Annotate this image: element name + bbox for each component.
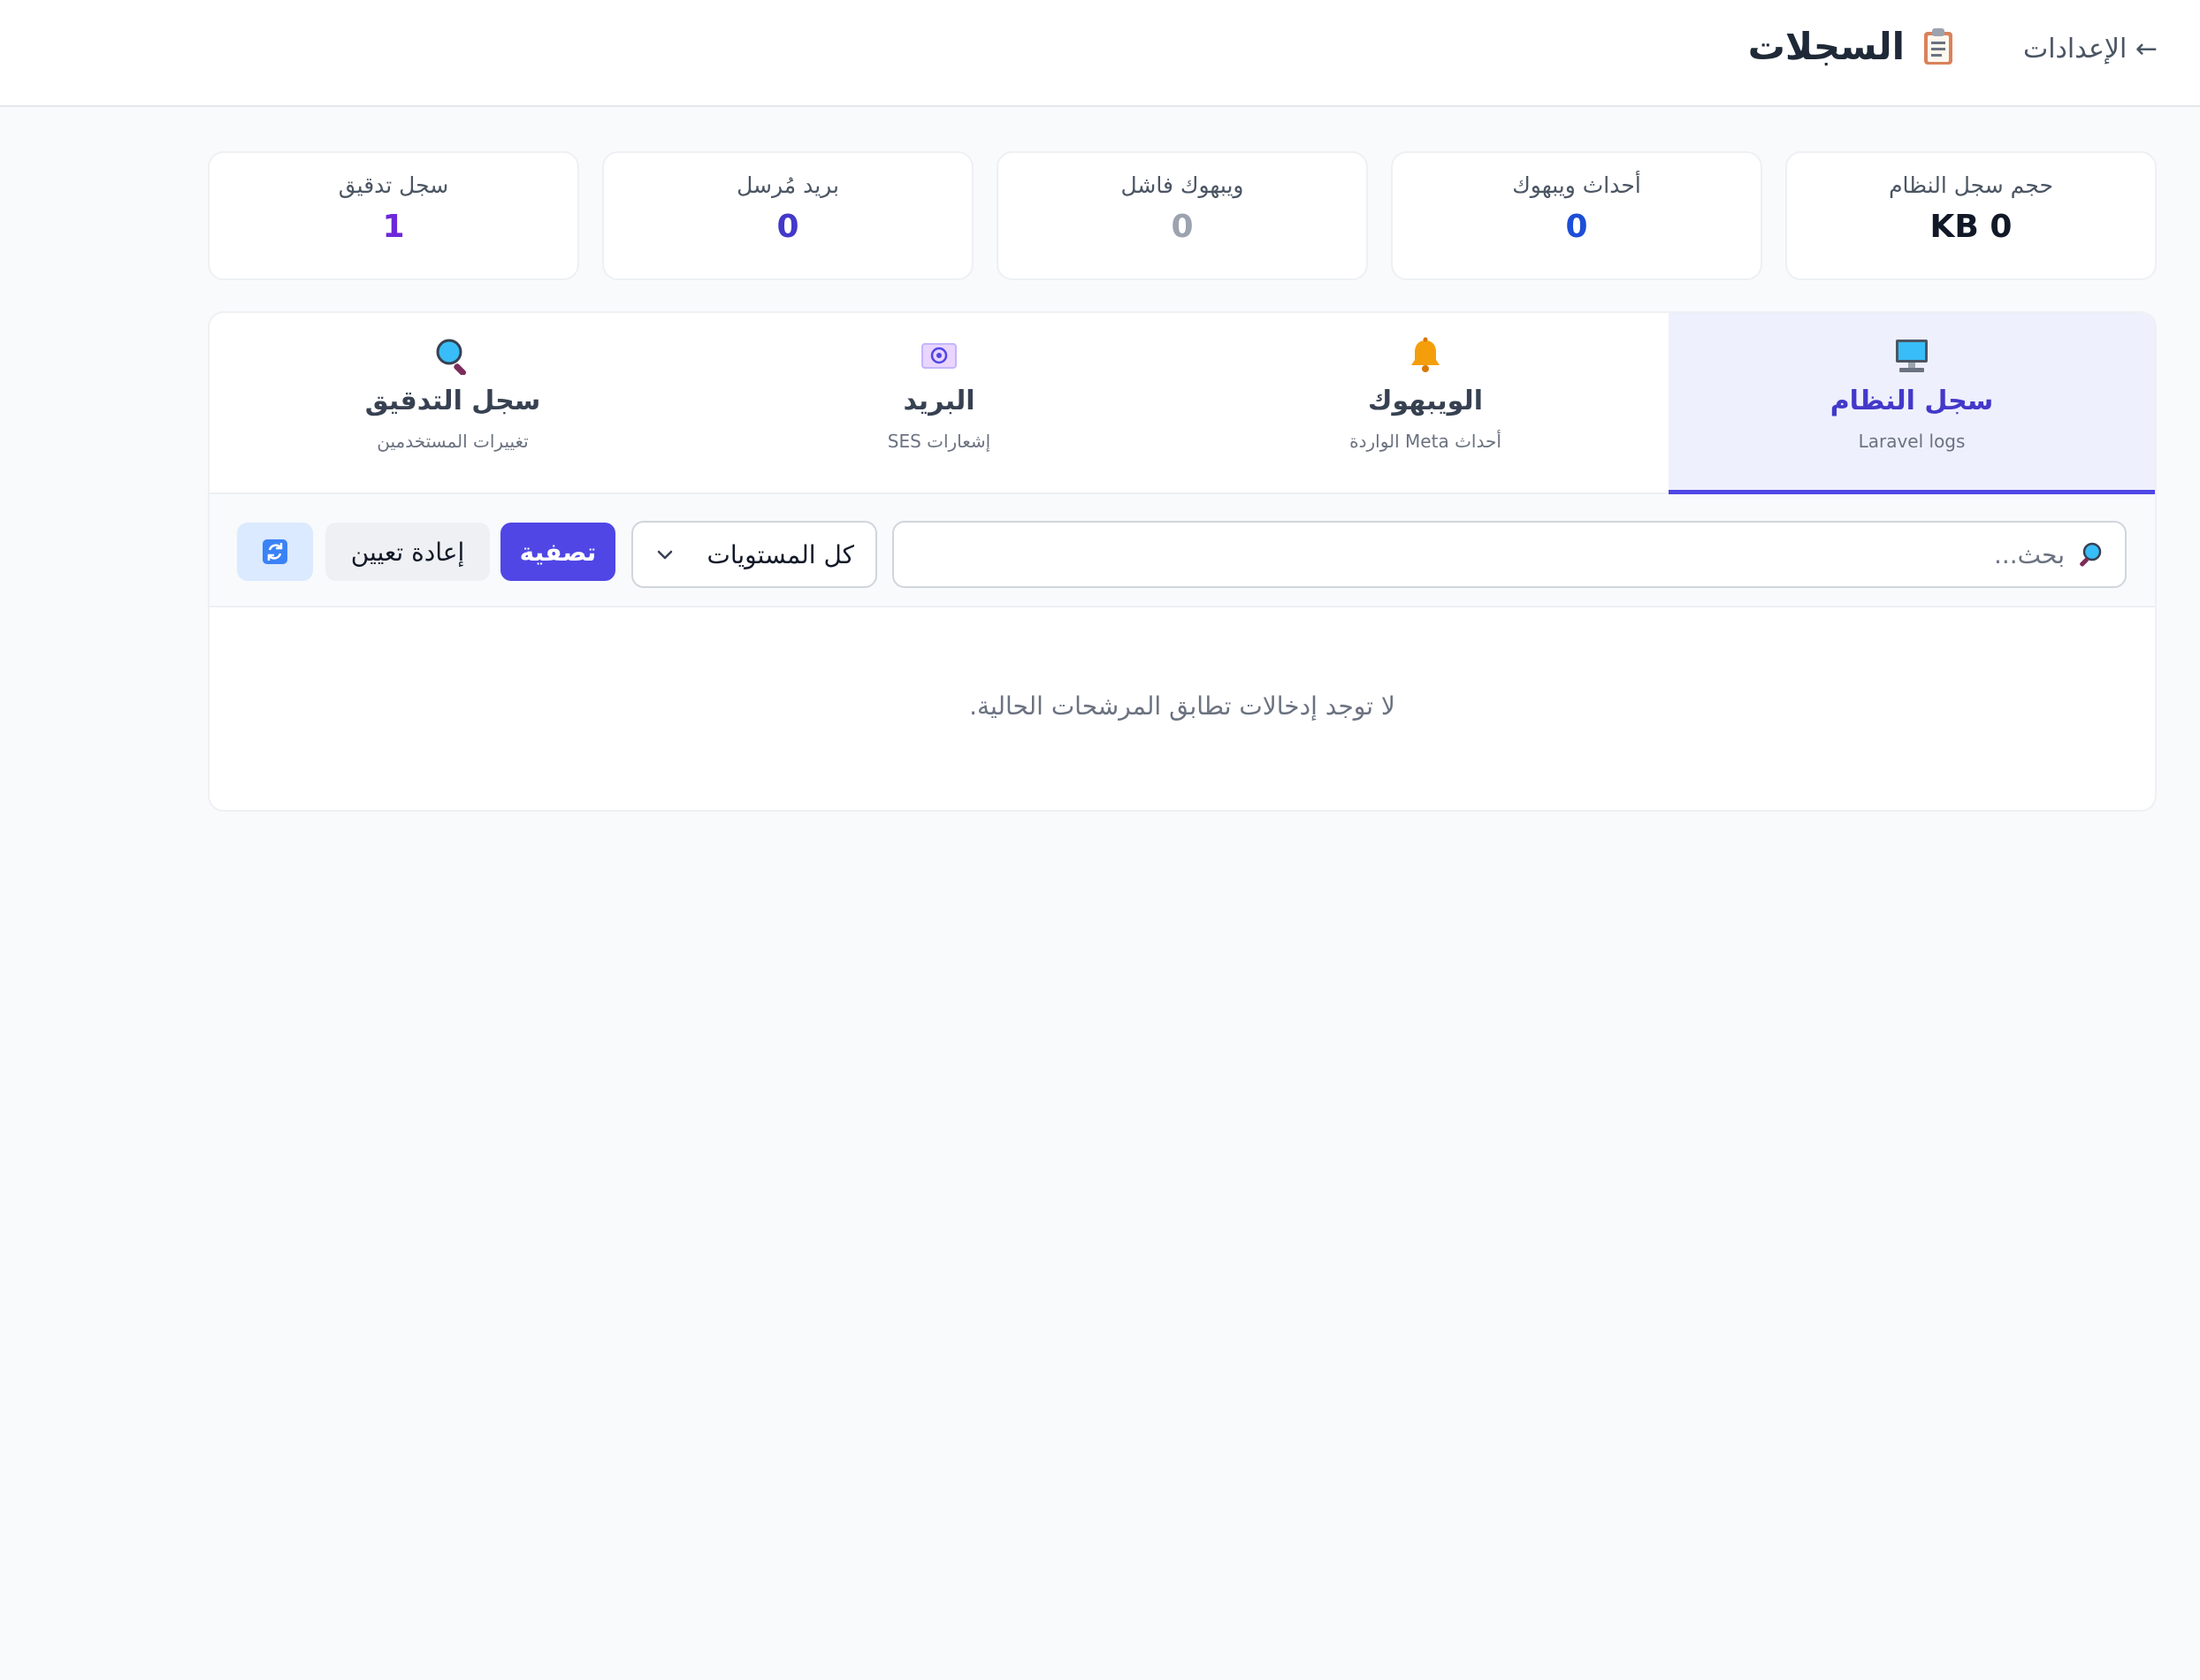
stat-value: 0 — [776, 209, 799, 245]
filter-button[interactable]: تصفية — [500, 523, 615, 581]
stat-label: أحداث ويبهوك — [1512, 172, 1641, 198]
tab-subtitle: أحداث Meta الواردة — [1349, 431, 1501, 452]
logs-panel: سجل النظام Laravel logs الويبهوك أحداث M… — [208, 311, 2157, 812]
stat-value: 0 — [1171, 209, 1194, 245]
stat-value: KB 0 — [1929, 209, 2013, 245]
level-select[interactable]: كل المستويات — [631, 521, 877, 588]
tab-title: سجل النظام — [1830, 386, 1994, 416]
search-field[interactable] — [892, 521, 2127, 588]
search-input[interactable] — [894, 539, 2077, 569]
top-bar: السجلات ← الإعدادات — [0, 0, 2200, 107]
computer-icon — [1896, 340, 1928, 372]
reset-button[interactable]: إعادة تعيين — [325, 523, 490, 581]
stat-card-audit-log: سجل تدقيق 1 — [208, 151, 579, 280]
tab-subtitle: Laravel logs — [1858, 431, 1966, 452]
stat-card-system-log-size: حجم سجل النظام KB 0 — [1785, 151, 2157, 280]
stats-row: حجم سجل النظام KB 0 أحداث ويبهوك 0 ويبهو… — [208, 151, 2157, 280]
page-title-text: السجلات — [1747, 25, 1905, 68]
bell-icon — [1411, 337, 1440, 372]
back-to-settings-link[interactable]: ← الإعدادات — [2023, 34, 2158, 65]
filter-toolbar: كل المستويات تصفية إعادة تعيين — [210, 494, 2155, 607]
tab-audit-log[interactable]: سجل التدقيق تغييرات المستخدمين — [210, 313, 696, 493]
tab-system-log[interactable]: سجل النظام Laravel logs — [1669, 313, 2155, 494]
tab-subtitle: تغييرات المستخدمين — [377, 431, 529, 452]
stat-label: بريد مُرسل — [737, 172, 839, 198]
tab-webhook[interactable]: الويبهوك أحداث Meta الواردة — [1182, 313, 1669, 493]
refresh-icon — [263, 539, 287, 564]
stat-label: حجم سجل النظام — [1889, 172, 2053, 198]
log-tabs: سجل النظام Laravel logs الويبهوك أحداث M… — [210, 313, 2155, 494]
email-icon — [921, 343, 957, 369]
stat-value: 0 — [1565, 209, 1588, 245]
stat-card-sent-mail: بريد مُرسل 0 — [602, 151, 974, 280]
stat-card-failed-webhooks: ويبهوك فاشل 0 — [997, 151, 1368, 280]
stat-value: 1 — [382, 209, 405, 245]
tab-mail[interactable]: البريد إشعارات SES — [696, 313, 1182, 493]
magnifier-icon — [436, 339, 467, 375]
search-icon — [2080, 542, 2102, 567]
tab-title: البريد — [903, 386, 975, 416]
level-select-value: كل المستويات — [707, 539, 854, 569]
clipboard-icon — [1924, 27, 1952, 65]
stat-card-webhook-events: أحداث ويبهوك 0 — [1391, 151, 1762, 280]
page-title: السجلات — [1748, 25, 1954, 68]
tab-title: الويبهوك — [1368, 386, 1483, 416]
refresh-button[interactable] — [237, 523, 313, 581]
empty-state-message: لا توجد إدخالات تطابق المرشحات الحالية. — [969, 691, 1395, 721]
stat-label: سجل تدقيق — [338, 172, 449, 198]
chevron-down-icon — [657, 550, 673, 560]
tab-subtitle: إشعارات SES — [887, 431, 991, 452]
tab-title: سجل التدقيق — [364, 386, 541, 416]
stat-label: ويبهوك فاشل — [1120, 172, 1244, 198]
